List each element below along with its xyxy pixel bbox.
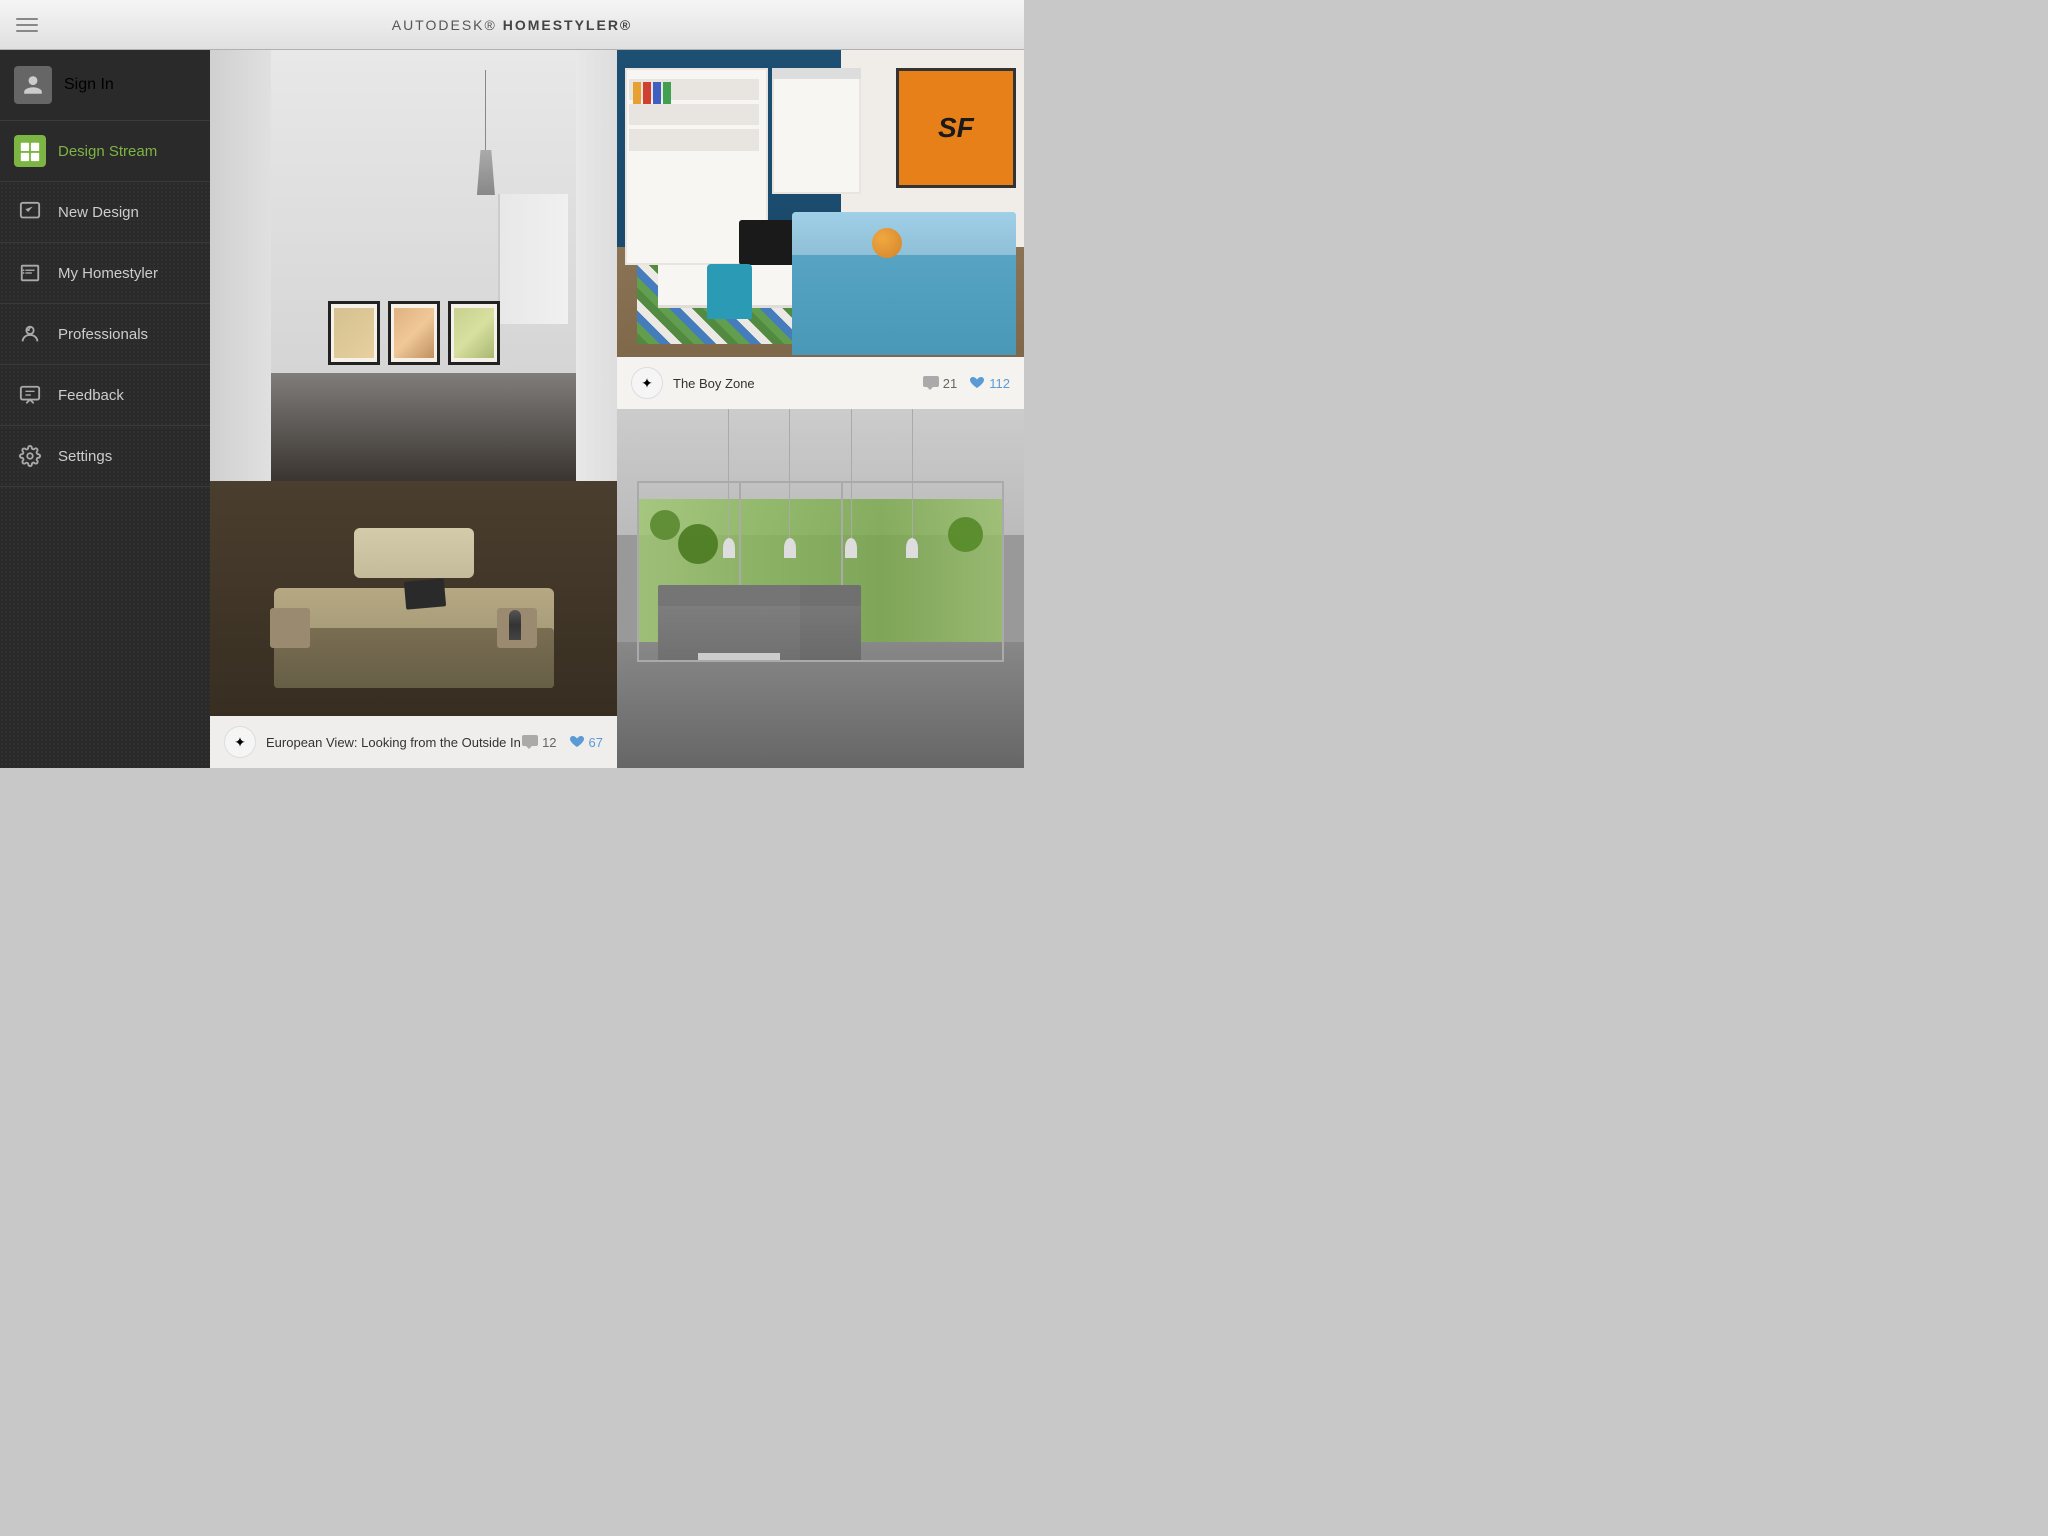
sidebar-label-professionals: Professionals (58, 326, 148, 343)
card-main-stats: 12 67 (522, 735, 603, 750)
sidebar-item-feedback[interactable]: Feedback (0, 365, 210, 426)
main-layout: Sign In Design Stream New Design My Home… (0, 50, 1024, 768)
magic-wand-button[interactable]: ✦ (224, 726, 256, 758)
sidebar-item-settings[interactable]: Settings (0, 426, 210, 487)
magic-wand-button-2[interactable]: ✦ (631, 367, 663, 399)
sidebar-item-professionals[interactable]: Professionals (0, 304, 210, 365)
modern-scene-image (617, 409, 1024, 768)
hamburger-button[interactable] (16, 18, 38, 32)
sidebar-label-feedback: Feedback (58, 387, 124, 404)
sign-in-label: Sign In (64, 76, 114, 94)
sf-poster: SF (896, 68, 1016, 188)
card-top-right[interactable]: SF ✦ The Boy Zone 21 112 (617, 50, 1024, 409)
settings-icon (14, 440, 46, 472)
feedback-icon (14, 379, 46, 411)
sidebar-item-new-design[interactable]: New Design (0, 182, 210, 243)
sidebar-label-my-homestyler: My Homestyler (58, 265, 158, 282)
sidebar-item-design-stream[interactable]: Design Stream (0, 121, 210, 182)
sidebar-label-design-stream: Design Stream (58, 143, 157, 160)
bedroom-scene-image (210, 50, 617, 768)
card-top-right-caption: ✦ The Boy Zone 21 112 (617, 357, 1024, 409)
card-main-likes: 67 (569, 735, 603, 750)
sign-in-item[interactable]: Sign In (0, 50, 210, 121)
card-bottom-right[interactable] (617, 409, 1024, 768)
app-title: AUTODESK® HOMESTYLER® (392, 17, 633, 33)
sidebar-label-settings: Settings (58, 448, 112, 465)
design-stream-icon (14, 135, 46, 167)
card-main-comments: 12 (522, 735, 556, 750)
my-homestyler-icon (14, 257, 46, 289)
card-top-right-stats: 21 112 (923, 376, 1010, 391)
card-top-right-title: The Boy Zone (673, 376, 923, 391)
comment-icon (522, 735, 538, 749)
card-top-right-likes: 112 (969, 376, 1010, 391)
heart-icon-2 (969, 376, 985, 390)
top-bar: AUTODESK® HOMESTYLER® (0, 0, 1024, 50)
card-main-caption: ✦ European View: Looking from the Outsid… (210, 716, 617, 768)
card-main[interactable]: ✦ European View: Looking from the Outsid… (210, 50, 617, 768)
new-design-icon (14, 196, 46, 228)
sidebar-label-new-design: New Design (58, 204, 139, 221)
card-main-title: European View: Looking from the Outside … (266, 735, 522, 750)
heart-icon (569, 735, 585, 749)
professionals-icon (14, 318, 46, 350)
sidebar-item-my-homestyler[interactable]: My Homestyler (0, 243, 210, 304)
avatar (14, 66, 52, 104)
content-area: ✦ European View: Looking from the Outsid… (210, 50, 1024, 768)
comment-icon-2 (923, 376, 939, 390)
boyzone-scene-image: SF (617, 50, 1024, 409)
sidebar: Sign In Design Stream New Design My Home… (0, 50, 210, 768)
card-top-right-comments: 21 (923, 376, 957, 391)
